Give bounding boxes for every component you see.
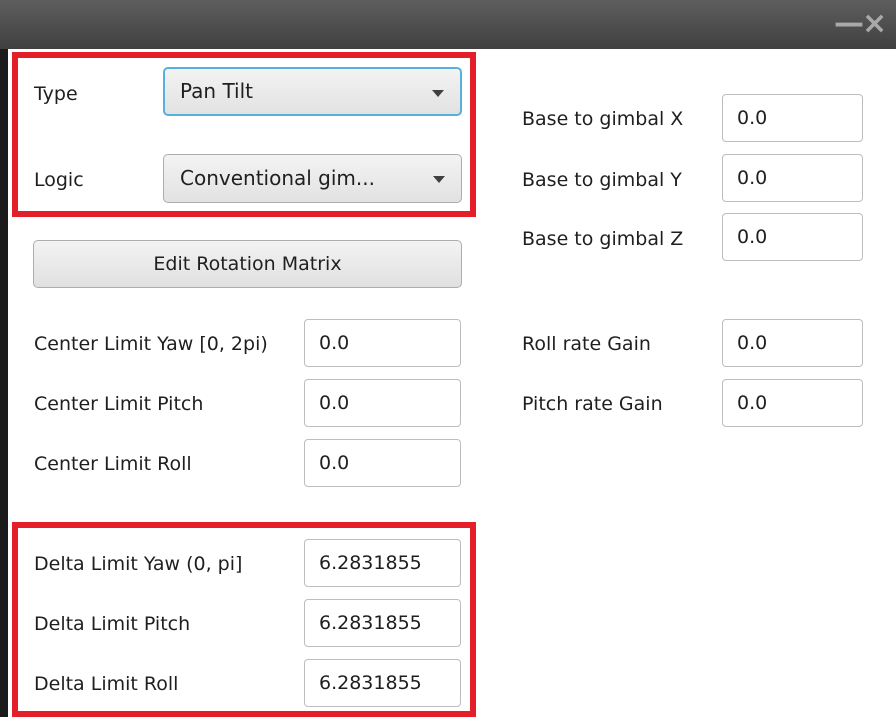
type-dropdown-value: Pan Tilt xyxy=(180,79,254,103)
delta-limit-roll-field[interactable] xyxy=(304,659,461,707)
center-limit-pitch-label: Center Limit Pitch xyxy=(34,393,204,415)
base-to-gimbal-y-label: Base to gimbal Y xyxy=(522,169,682,191)
base-to-gimbal-y-field[interactable] xyxy=(722,154,863,202)
close-icon[interactable]: × xyxy=(862,6,887,42)
pitch-rate-gain-field[interactable] xyxy=(722,379,863,427)
center-limit-yaw-label: Center Limit Yaw [0, 2pi) xyxy=(34,333,268,355)
type-dropdown[interactable]: Pan Tilt xyxy=(163,67,462,116)
base-to-gimbal-x-field[interactable] xyxy=(722,94,863,142)
center-limit-roll-field[interactable] xyxy=(304,439,461,487)
window-titlebar[interactable]: — × xyxy=(0,0,896,49)
logic-label: Logic xyxy=(34,169,84,191)
base-to-gimbal-x-label: Base to gimbal X xyxy=(522,108,684,130)
type-label: Type xyxy=(34,83,78,105)
center-limit-roll-label: Center Limit Roll xyxy=(34,453,192,475)
base-to-gimbal-z-field[interactable] xyxy=(722,213,863,261)
logic-dropdown[interactable]: Conventional gim... xyxy=(163,154,462,203)
delta-limit-pitch-field[interactable] xyxy=(304,599,461,647)
roll-rate-gain-label: Roll rate Gain xyxy=(522,333,651,355)
edit-rotation-matrix-button[interactable]: Edit Rotation Matrix xyxy=(33,240,462,288)
delta-limit-yaw-label: Delta Limit Yaw (0, pi] xyxy=(34,553,243,575)
chevron-down-icon xyxy=(433,176,445,183)
logic-dropdown-value: Conventional gim... xyxy=(180,166,375,190)
base-to-gimbal-z-label: Base to gimbal Z xyxy=(522,228,684,250)
delta-limit-pitch-label: Delta Limit Pitch xyxy=(34,613,191,635)
delta-limit-yaw-field[interactable] xyxy=(304,539,461,587)
chevron-down-icon xyxy=(432,90,444,97)
pitch-rate-gain-label: Pitch rate Gain xyxy=(522,393,663,415)
roll-rate-gain-field[interactable] xyxy=(722,319,863,367)
center-limit-yaw-field[interactable] xyxy=(304,319,461,367)
minimize-icon[interactable]: — xyxy=(834,6,864,42)
delta-limit-roll-label: Delta Limit Roll xyxy=(34,673,179,695)
center-limit-pitch-field[interactable] xyxy=(304,379,461,427)
